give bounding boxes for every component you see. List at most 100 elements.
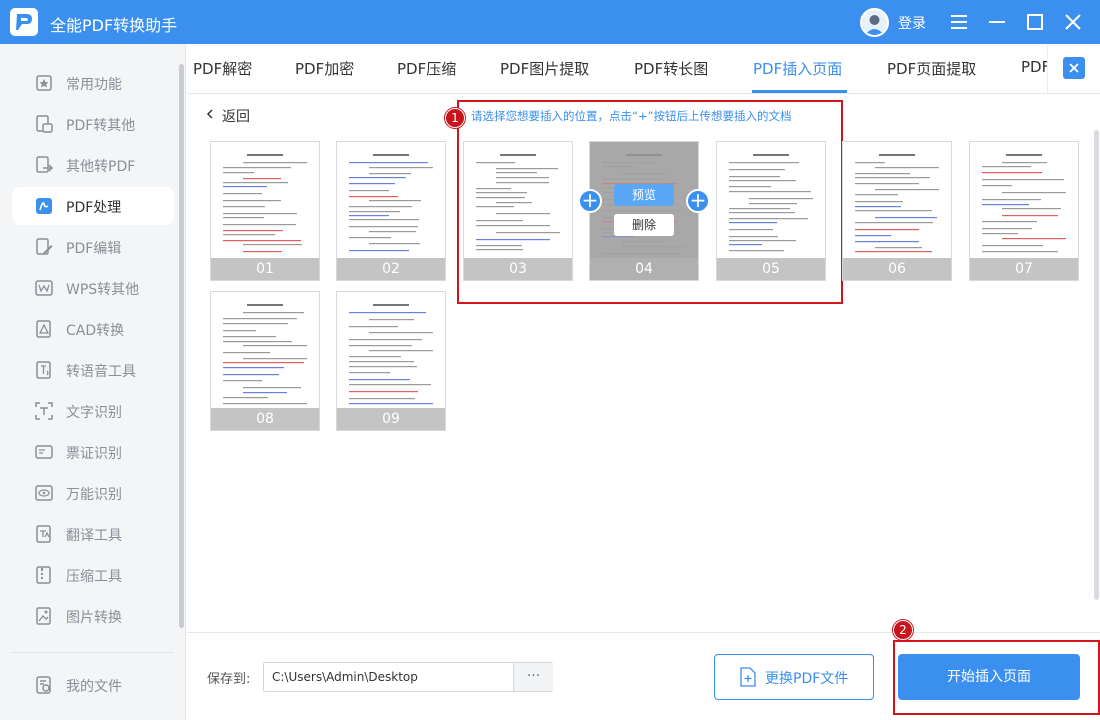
sidebar-item-label: 压缩工具 — [66, 569, 122, 585]
close-window-icon[interactable] — [1061, 10, 1085, 34]
page-preview-image — [223, 304, 307, 405]
sidebar-item-9[interactable]: 文字识别 — [12, 392, 174, 430]
ticket-icon — [34, 442, 54, 462]
chevron-left-icon[interactable] — [206, 108, 216, 120]
page-preview-image — [223, 154, 307, 253]
pdf-edit-icon — [34, 237, 54, 257]
page-number: 06 — [843, 258, 951, 280]
eye-icon — [34, 483, 54, 503]
tab-bar: PDF解密 PDF加密 PDF压缩 PDF图片提取 PDF转长图 PDF插入页面 PDF页面… — [187, 44, 1100, 94]
page-number: 01 — [211, 258, 319, 280]
preview-button[interactable]: 预览 — [614, 184, 674, 206]
page-thumbnail[interactable]: 02 — [336, 141, 446, 281]
active-tab-underline — [752, 90, 847, 93]
title-bar: 全能PDF转换助手 登录 — [0, 0, 1100, 44]
sidebar-item-label: 我的文件 — [66, 679, 122, 695]
page-thumbnail[interactable]: 08 — [210, 291, 320, 431]
sidebar-divider — [12, 652, 174, 653]
wps-icon — [34, 278, 54, 298]
sidebar-item-10[interactable]: 票证识别 — [12, 433, 174, 471]
login-link[interactable]: 登录 — [898, 13, 926, 33]
tab-2[interactable]: PDF加密 — [295, 58, 354, 79]
step-marker-2: 2 — [893, 620, 913, 640]
insert-hint-text: 请选择您想要插入的位置，点击“+”按钮后上传想要插入的文档 — [471, 109, 792, 123]
replace-pdf-label: 更换PDF文件 — [765, 671, 849, 687]
page-thumbnail[interactable]: 04 预览删除 — [589, 141, 699, 281]
file-plus-icon — [740, 667, 756, 687]
insert-before-plus-button[interactable]: + — [578, 189, 602, 213]
page-thumbnail[interactable]: 01 — [210, 141, 320, 281]
sidebar-item-my-files[interactable]: 我的文件 — [12, 666, 174, 704]
save-path-field: ··· — [263, 662, 553, 692]
sidebar-item-label: PDF转其他 — [66, 118, 136, 134]
sidebar-item-label: 其他转PDF — [66, 159, 136, 175]
sidebar-item-6[interactable]: WPS转其他 — [12, 269, 174, 307]
sidebar-item-14[interactable]: 图片转换 — [12, 597, 174, 635]
speech-icon — [34, 360, 54, 380]
save-path-input[interactable] — [272, 663, 512, 691]
start-insert-button[interactable]: 开始插入页面 — [898, 654, 1080, 700]
page-thumbnail[interactable]: 05 — [716, 141, 826, 281]
tab-4[interactable]: PDF图片提取 — [500, 58, 589, 79]
maximize-icon[interactable] — [1023, 10, 1047, 34]
sidebar-item-12[interactable]: 翻译工具 — [12, 515, 174, 553]
page-preview-image — [476, 154, 560, 251]
browse-button[interactable]: ··· — [513, 663, 553, 691]
sidebar-item-7[interactable]: CAD转换 — [12, 310, 174, 348]
page-preview-image — [982, 154, 1066, 253]
my-files-icon — [34, 675, 54, 695]
minimize-icon[interactable] — [985, 10, 1009, 34]
sidebar-item-label: PDF处理 — [66, 200, 122, 216]
sidebar-item-label: 票证识别 — [66, 446, 122, 462]
content-scrollbar[interactable] — [1094, 130, 1099, 600]
menu-icon[interactable] — [947, 10, 971, 34]
page-number: 04 — [590, 258, 698, 280]
sidebar: 常用功能 PDF转其他 其他转PDF PDF处理 PDF编辑 WPS转其他 CAD转换转语音… — [0, 44, 186, 720]
sidebar-item-3[interactable]: 其他转PDF — [12, 146, 174, 184]
tab-3[interactable]: PDF压缩 — [397, 58, 456, 79]
page-number: 09 — [337, 408, 445, 430]
user-avatar-icon[interactable] — [860, 8, 889, 37]
tab-8[interactable]: PDF — [1021, 58, 1050, 76]
sidebar-item-label: 万能识别 — [66, 487, 122, 503]
sidebar-item-label: PDF编辑 — [66, 241, 122, 257]
app-logo-icon — [10, 8, 38, 36]
sidebar-item-1[interactable]: 常用功能 — [12, 64, 174, 102]
page-preview-image — [349, 154, 433, 252]
sidebar-item-label: CAD转换 — [66, 323, 125, 339]
sidebar-item-4[interactable]: PDF处理 — [12, 187, 174, 225]
sidebar-item-label: 常用功能 — [66, 77, 122, 93]
image-icon — [34, 606, 54, 626]
save-to-label: 保存到: — [207, 672, 251, 687]
page-thumbnail[interactable]: 03 — [463, 141, 573, 281]
tab-7[interactable]: PDF页面提取 — [887, 58, 976, 79]
sidebar-item-label: 文字识别 — [66, 405, 122, 421]
close-tab-icon[interactable] — [1063, 57, 1085, 79]
delete-button[interactable]: 删除 — [614, 214, 674, 236]
app-title: 全能PDF转换助手 — [50, 16, 178, 35]
page-thumbnail[interactable]: 09 — [336, 291, 446, 431]
translate-icon — [34, 524, 54, 544]
page-preview-image — [855, 154, 939, 253]
tab-5[interactable]: PDF转长图 — [634, 58, 708, 79]
sidebar-item-8[interactable]: 转语音工具 — [12, 351, 174, 389]
sidebar-item-11[interactable]: 万能识别 — [12, 474, 174, 512]
sidebar-item-2[interactable]: PDF转其他 — [12, 105, 174, 143]
page-number: 03 — [464, 258, 572, 280]
pdf-process-icon — [34, 196, 54, 216]
sidebar-item-label: 转语音工具 — [66, 364, 136, 380]
sidebar-item-5[interactable]: PDF编辑 — [12, 228, 174, 266]
back-link[interactable]: 返回 — [222, 106, 250, 126]
sidebar-item-13[interactable]: 压缩工具 — [12, 556, 174, 594]
page-number: 05 — [717, 258, 825, 280]
ocr-icon — [34, 401, 54, 421]
replace-pdf-button[interactable]: 更换PDF文件 — [714, 654, 874, 700]
page-thumbnail[interactable]: 07 — [969, 141, 1079, 281]
page-thumbnail[interactable]: 06 — [842, 141, 952, 281]
tab-6[interactable]: PDF插入页面 — [753, 58, 842, 79]
insert-after-plus-button[interactable]: + — [686, 189, 710, 213]
page-number: 07 — [970, 258, 1078, 280]
tab-1[interactable]: PDF解密 — [193, 58, 252, 79]
sidebar-scrollbar[interactable] — [179, 64, 184, 628]
to-pdf-icon — [34, 155, 54, 175]
